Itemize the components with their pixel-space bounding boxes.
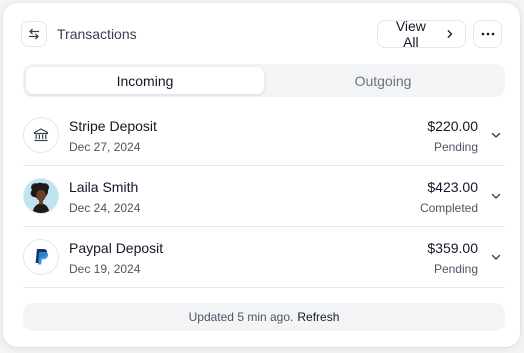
more-horizontal-icon xyxy=(481,32,494,36)
paypal-icon xyxy=(35,249,49,265)
card-title: Transactions xyxy=(57,26,137,42)
card-header: Transactions View All xyxy=(21,18,502,50)
view-all-label: View All xyxy=(395,18,426,50)
transaction-status: Pending xyxy=(433,262,478,276)
update-status-bar: Updated 5 min ago. Refresh xyxy=(23,303,505,331)
transactions-card: Transactions View All Incoming Outgoing xyxy=(3,3,520,347)
tab-outgoing[interactable]: Outgoing xyxy=(264,67,502,94)
transaction-row[interactable]: Laila Smith Dec 24, 2024 $423.00 Complet… xyxy=(23,166,505,227)
transaction-row[interactable]: Paypal Deposit Dec 19, 2024 $359.00 Pend… xyxy=(23,227,505,288)
transaction-name: Laila Smith xyxy=(69,179,139,195)
transaction-date: Dec 19, 2024 xyxy=(69,262,141,276)
updated-text: Updated 5 min ago. xyxy=(188,310,294,324)
transaction-list: Stripe Deposit Dec 27, 2024 $220.00 Pend… xyxy=(23,105,505,288)
transfer-icon xyxy=(28,28,40,40)
chevron-down-icon[interactable] xyxy=(489,189,503,203)
transaction-amount: $220.00 xyxy=(427,118,478,134)
transaction-row[interactable]: Stripe Deposit Dec 27, 2024 $220.00 Pend… xyxy=(23,105,505,166)
transaction-amount: $423.00 xyxy=(427,179,478,195)
transaction-status: Pending xyxy=(433,140,478,154)
transaction-avatar xyxy=(23,239,59,275)
tab-incoming[interactable]: Incoming xyxy=(26,67,264,94)
chevron-right-icon xyxy=(447,30,452,38)
transaction-tabs: Incoming Outgoing xyxy=(23,64,505,97)
user-avatar-image xyxy=(24,179,58,213)
transaction-name: Paypal Deposit xyxy=(69,240,164,256)
transaction-avatar xyxy=(23,117,59,153)
transaction-amount: $359.00 xyxy=(427,240,478,256)
chevron-down-icon[interactable] xyxy=(489,250,503,264)
transaction-date: Dec 24, 2024 xyxy=(69,201,141,215)
refresh-link[interactable]: Refresh xyxy=(297,310,339,324)
transfer-icon-button[interactable] xyxy=(21,21,47,47)
transaction-avatar xyxy=(23,178,59,214)
chevron-down-icon[interactable] xyxy=(489,128,503,142)
bank-icon xyxy=(33,128,49,142)
transaction-status: Completed xyxy=(419,201,478,215)
transaction-date: Dec 27, 2024 xyxy=(69,140,141,154)
transaction-name: Stripe Deposit xyxy=(69,118,157,134)
view-all-button[interactable]: View All xyxy=(377,18,466,50)
more-options-button[interactable] xyxy=(473,20,502,48)
